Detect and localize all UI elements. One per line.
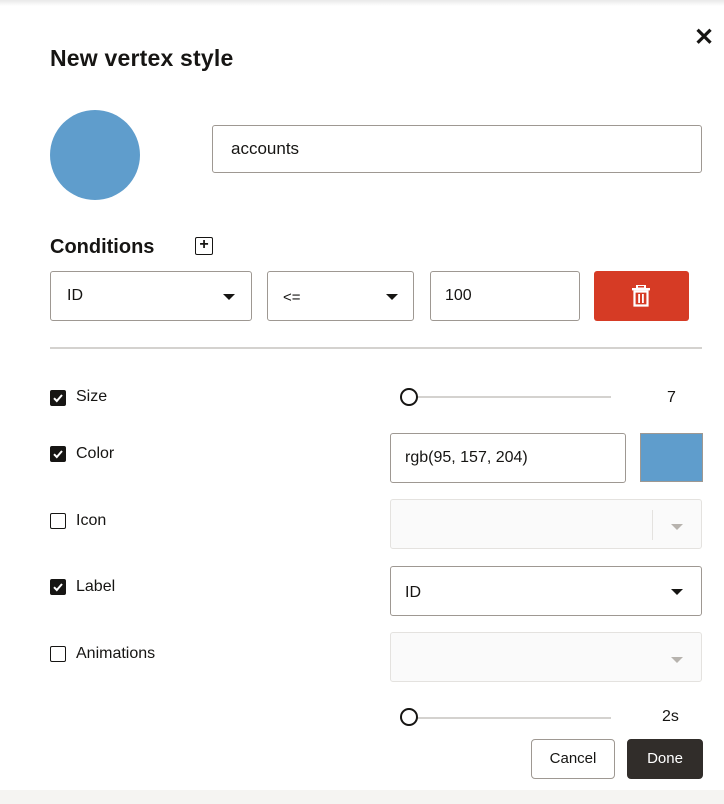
- chevron-down-icon: [671, 657, 683, 663]
- animation-duration-handle[interactable]: [400, 708, 418, 726]
- chevron-down-icon: [671, 589, 683, 595]
- icon-label: Icon: [76, 512, 107, 529]
- section-divider: [50, 347, 702, 349]
- bottom-edge: [0, 790, 724, 804]
- condition-field-select[interactable]: ID: [50, 271, 252, 321]
- chevron-down-icon: [386, 294, 398, 300]
- conditions-heading: Conditions: [50, 236, 155, 258]
- label-select-value: ID: [405, 584, 421, 601]
- label-checkbox[interactable]: [50, 579, 66, 595]
- animations-select-disabled: [390, 632, 702, 682]
- trash-icon: [632, 285, 650, 307]
- chevron-down-icon: [223, 294, 235, 300]
- condition-value-input[interactable]: [430, 271, 580, 321]
- size-label: Size: [76, 388, 108, 405]
- checkbox-checked-icon: [53, 583, 63, 592]
- vertex-color-swatch[interactable]: [50, 110, 140, 200]
- checkbox-checked-icon: [53, 394, 63, 403]
- condition-operator-select[interactable]: <=: [267, 271, 414, 321]
- select-separator: [652, 510, 653, 540]
- scroll-clipped-area: 2s: [0, 700, 724, 726]
- condition-operator-value: <=: [283, 289, 301, 306]
- icon-select-disabled: [390, 499, 702, 549]
- animation-duration-value: 2s: [662, 708, 679, 725]
- animation-duration-track: [400, 717, 611, 719]
- color-label: Color: [76, 445, 115, 462]
- checkbox-checked-icon: [53, 450, 63, 459]
- animations-label: Animations: [76, 645, 156, 662]
- done-button[interactable]: Done: [627, 739, 703, 779]
- close-icon[interactable]: ✕: [692, 26, 716, 50]
- add-condition-icon[interactable]: +: [195, 237, 213, 255]
- size-checkbox[interactable]: [50, 390, 66, 406]
- animations-checkbox[interactable]: [50, 646, 66, 662]
- color-checkbox[interactable]: [50, 446, 66, 462]
- label-label: Label: [76, 578, 116, 595]
- color-preview-swatch[interactable]: [640, 433, 703, 482]
- delete-condition-button[interactable]: [594, 271, 689, 321]
- icon-checkbox[interactable]: [50, 513, 66, 529]
- cancel-button[interactable]: Cancel: [531, 739, 615, 779]
- style-name-input[interactable]: [212, 125, 702, 173]
- chevron-down-icon: [671, 524, 683, 530]
- dialog-title: New vertex style: [50, 45, 234, 71]
- top-edge: [0, 0, 724, 6]
- label-select[interactable]: ID: [390, 566, 702, 616]
- size-slider-handle[interactable]: [400, 388, 418, 406]
- size-value: 7: [667, 389, 676, 406]
- color-value-input[interactable]: [390, 433, 626, 483]
- condition-field-value: ID: [67, 287, 83, 304]
- size-slider-track: [400, 396, 611, 398]
